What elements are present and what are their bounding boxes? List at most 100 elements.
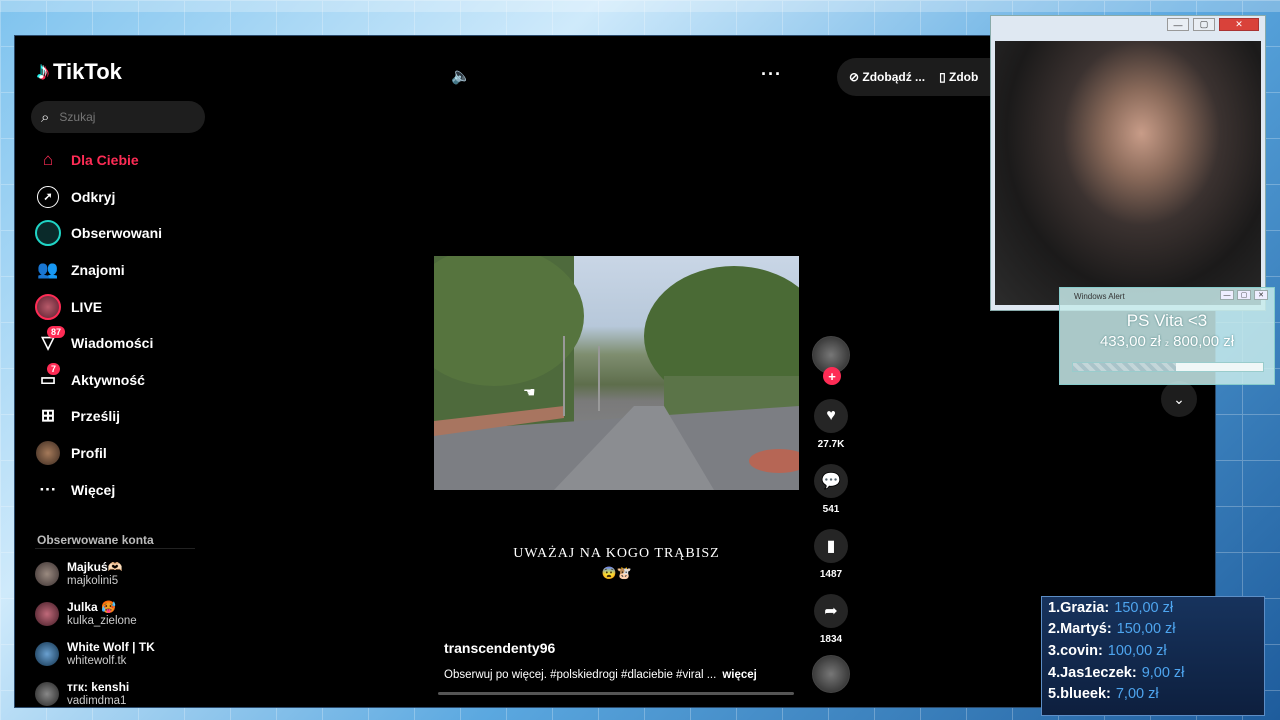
comment-icon: 💬: [821, 473, 841, 490]
sidebar-item-znajomi[interactable]: 👥 Znajomi: [35, 252, 162, 289]
share-button[interactable]: ➦: [814, 594, 848, 628]
sidebar-item-label: Dla Ciebie: [71, 152, 139, 169]
account-name: тгк: kenshi: [67, 680, 130, 694]
maximize-icon[interactable]: ▢: [1193, 18, 1215, 31]
like-button[interactable]: ♥: [814, 399, 848, 433]
tiktok-note-icon: ♪: [37, 58, 49, 85]
get-app-button[interactable]: ▯ Zdob: [939, 70, 978, 84]
avatar: [35, 642, 59, 666]
sidebar-item-aktywnosc[interactable]: ▭ 7 Aktywność: [35, 362, 162, 399]
sidebar-item-live[interactable]: LIVE: [35, 288, 162, 325]
sidebar-item-odkryj[interactable]: ➚ Odkryj: [35, 179, 162, 216]
video-caption-emoji: 😨🐮: [601, 566, 632, 580]
video-progress-bar[interactable]: [438, 692, 794, 695]
sidebar-item-profil[interactable]: Profil: [35, 435, 162, 472]
following-icon: [35, 220, 61, 247]
tiktok-logo[interactable]: ♪ TikTok: [37, 58, 122, 86]
account-handle: majkolini5: [67, 575, 119, 587]
account-item[interactable]: Majkuś🫶🏻 majkolini5: [35, 554, 155, 594]
goal-name: PS Vita <3: [1126, 311, 1208, 330]
sidebar-item-label: Więcej: [71, 481, 116, 498]
sidebar-item-label: Profil: [71, 445, 107, 462]
music-disc-icon[interactable]: [812, 655, 850, 693]
video-author[interactable]: transcendenty96: [444, 640, 555, 656]
mouse-cursor-icon: ☚: [523, 384, 536, 400]
close-icon[interactable]: ✕: [1219, 18, 1259, 31]
get-coins-label: Zdobądź ...: [862, 70, 926, 84]
sidebar-item-label: Wiadomości: [71, 335, 154, 352]
more-options-icon[interactable]: ···: [761, 64, 782, 85]
rank: 2.: [1048, 621, 1061, 638]
phone-icon: ▯: [939, 70, 949, 84]
follow-plus-icon[interactable]: +: [823, 367, 841, 385]
more-link[interactable]: więcej: [722, 669, 757, 681]
donation-goal-window: Windows Alert — ▢ ✕ PS Vita <3 433,00 zł…: [1059, 287, 1275, 385]
like-count: 27.7K: [817, 439, 845, 450]
donation-amount: 9,00 zł: [1141, 664, 1185, 681]
get-coins-button[interactable]: ⊘ Zdobądź ...: [849, 70, 925, 84]
friends-icon: 👥: [37, 260, 59, 280]
account-handle: vadimdma1: [67, 695, 127, 707]
leaderboard-row: 5. blueek: 7,00 zł: [1042, 683, 1264, 705]
next-video-button[interactable]: ⌄: [1161, 381, 1197, 417]
account-item[interactable]: тгк: kenshi vadimdma1: [35, 674, 155, 714]
account-name: Julka 🥵: [67, 600, 116, 614]
donation-amount: 100,00 zł: [1107, 642, 1167, 659]
more-icon: ···: [39, 479, 57, 499]
save-button[interactable]: ▮: [814, 529, 848, 563]
maximize-icon[interactable]: ▢: [1237, 290, 1251, 300]
search-icon: ⌕: [41, 108, 50, 126]
volume-icon[interactable]: 🔈: [451, 66, 471, 86]
comment-button[interactable]: 💬: [814, 464, 848, 498]
sidebar-item-przeslij[interactable]: ⊞ Prześlij: [35, 398, 162, 435]
author-avatar[interactable]: +: [812, 336, 850, 385]
donation-leaderboard: 1. Grazia: 150,00 zł 2. Martyś: 150,00 zł 3.…: [1041, 596, 1265, 716]
account-item[interactable]: White Wolf | TK whitewolf.tk: [35, 634, 155, 674]
video-caption: UWAŻAJ NA KOGO TRĄBISZ: [513, 546, 720, 561]
rank: 3.: [1048, 642, 1061, 659]
upload-icon: ⊞: [40, 406, 56, 426]
account-name: Majkuś🫶🏻: [67, 560, 123, 574]
sidebar-item-dla-ciebie[interactable]: ⌂ Dla Ciebie: [35, 142, 162, 179]
sidebar-item-wiadomosci[interactable]: ▽ 87 Wiadomości: [35, 325, 162, 362]
sidebar-item-obserwowani[interactable]: Obserwowani: [35, 215, 162, 252]
account-handle: whitewolf.tk: [67, 655, 127, 667]
close-icon[interactable]: ✕: [1254, 290, 1268, 300]
goal-target: 800,00 zł: [1173, 333, 1235, 350]
leaderboard-row: 4. Jas1eczek: 9,00 zł: [1042, 662, 1264, 684]
goal-progress-bar: [1072, 362, 1264, 372]
desktop-top-strip: [0, 0, 1280, 12]
webcam-titlebar: — ▢ ✕: [991, 16, 1265, 34]
donor-name: blueek:: [1060, 686, 1111, 703]
donor-name: Grazia:: [1060, 599, 1110, 616]
account-handle: kulka_zielone: [67, 615, 137, 627]
rank: 4.: [1048, 664, 1061, 681]
get-app-label: Zdob: [949, 70, 979, 84]
account-item[interactable]: Julka 🥵 kulka_zielone: [35, 594, 155, 634]
avatar: [35, 602, 59, 626]
activity-icon: ▭ 7: [35, 362, 61, 393]
compass-icon: ➚: [35, 184, 61, 210]
messages-icon: ▽ 87: [35, 326, 66, 356]
webcam-window: — ▢ ✕: [990, 15, 1266, 311]
search-box[interactable]: ⌕: [31, 101, 205, 133]
sidebar-item-wiecej[interactable]: ··· Więcej: [35, 471, 162, 508]
comment-count: 541: [822, 504, 840, 515]
donor-name: Martyś:: [1060, 621, 1112, 638]
donation-amount: 7,00 zł: [1115, 686, 1159, 703]
video-player[interactable]: [434, 256, 799, 490]
donor-name: covin:: [1060, 642, 1103, 659]
video-description: Obserwuj po więcej. #polskiedrogi #dlaci…: [444, 669, 757, 681]
leaderboard-row: 1. Grazia: 150,00 zł: [1042, 597, 1264, 619]
webcam-feed: [995, 41, 1261, 305]
share-icon: ➦: [824, 603, 838, 620]
account-name: White Wolf | TK: [67, 640, 155, 654]
leaderboard-row: 2. Martyś: 150,00 zł: [1042, 619, 1264, 641]
sidebar-item-label: Aktywność: [71, 371, 145, 388]
minimize-icon[interactable]: —: [1167, 18, 1189, 31]
save-count: 1487: [819, 569, 843, 580]
minimize-icon[interactable]: —: [1220, 290, 1234, 300]
home-icon: ⌂: [42, 150, 54, 170]
search-input[interactable]: [59, 110, 180, 124]
sidebar-divider: [35, 548, 195, 549]
